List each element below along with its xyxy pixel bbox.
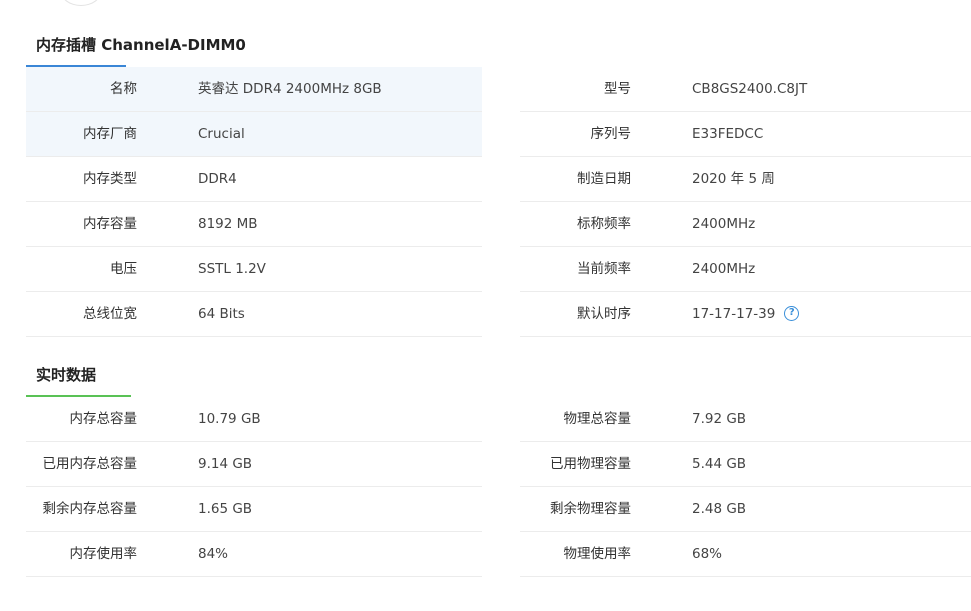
row-value: 2400MHz (692, 261, 756, 277)
row-label: 名称 (110, 81, 137, 97)
slot-row-name: 名称 英睿达 DDR4 2400MHz 8GB (26, 67, 482, 112)
realtime-row-memory-usage: 内存使用率 84% (26, 532, 482, 577)
row-value: 17-17-17-39? (692, 292, 800, 336)
slot-row-model: 型号 CB8GS2400.C8JT (520, 67, 971, 112)
slot-row-current-frequency: 当前频率 2400MHz (520, 247, 971, 292)
row-label: 内存总容量 (69, 411, 138, 427)
help-icon[interactable]: ? (784, 305, 800, 321)
realtime-row-used-memory: 已用内存总容量 9.14 GB (26, 442, 482, 487)
row-value: 2.48 GB (692, 501, 747, 517)
slot-row-vendor: 内存厂商 Crucial (26, 112, 482, 157)
row-value: 68% (692, 546, 723, 562)
slot-row-rated-frequency: 标称频率 2400MHz (520, 202, 971, 247)
row-value: SSTL 1.2V (198, 261, 266, 277)
slot-row-capacity: 内存容量 8192 MB (26, 202, 482, 247)
row-label: 电压 (110, 261, 137, 277)
realtime-row-physical-free: 剩余物理容量 2.48 GB (520, 487, 971, 532)
slot-row-serial: 序列号 E33FEDCC (520, 112, 971, 157)
slot-section-title: 内存插槽 ChannelA-DIMM0 (36, 36, 246, 54)
row-label: 剩余物理容量 (550, 501, 631, 517)
row-label: 物理使用率 (563, 546, 632, 562)
row-value: 5.44 GB (692, 456, 747, 472)
row-label: 型号 (604, 81, 631, 97)
row-label: 物理总容量 (563, 411, 632, 427)
row-label: 内存类型 (83, 171, 137, 187)
row-value: 英睿达 DDR4 2400MHz 8GB (198, 81, 382, 97)
row-value: 84% (198, 546, 229, 562)
row-value: E33FEDCC (692, 126, 764, 142)
slot-row-type: 内存类型 DDR4 (26, 157, 482, 202)
row-value: 64 Bits (198, 306, 245, 322)
realtime-row-total-memory: 内存总容量 10.79 GB (26, 397, 482, 442)
realtime-row-physical-used: 已用物理容量 5.44 GB (520, 442, 971, 487)
row-value: 9.14 GB (198, 456, 253, 472)
slot-row-default-timing: 默认时序 17-17-17-39? (520, 292, 971, 337)
row-value: 2020 年 5 周 (692, 171, 775, 187)
row-label: 已用内存总容量 (42, 456, 138, 472)
row-value: 8192 MB (198, 216, 258, 232)
row-label: 当前频率 (577, 261, 631, 277)
slot-row-voltage: 电压 SSTL 1.2V (26, 247, 482, 292)
row-label: 总线位宽 (83, 306, 137, 322)
row-value: 2400MHz (692, 216, 756, 232)
row-value: Crucial (198, 126, 245, 142)
row-label: 序列号 (590, 126, 632, 142)
row-label: 制造日期 (577, 171, 631, 187)
header-avatar-partial (60, 0, 102, 6)
realtime-row-physical-total: 物理总容量 7.92 GB (520, 397, 971, 442)
row-value: 7.92 GB (692, 411, 747, 427)
row-value: 10.79 GB (198, 411, 261, 427)
row-value: DDR4 (198, 171, 237, 187)
row-label: 内存使用率 (69, 546, 138, 562)
row-label: 内存厂商 (83, 126, 137, 142)
slot-row-manufacture-date: 制造日期 2020 年 5 周 (520, 157, 971, 202)
row-label: 剩余内存总容量 (42, 501, 138, 517)
row-value: CB8GS2400.C8JT (692, 81, 808, 97)
row-label: 默认时序 (577, 306, 631, 322)
slot-row-bus-width: 总线位宽 64 Bits (26, 292, 482, 337)
timing-value: 17-17-17-39 (692, 306, 776, 322)
realtime-section-title: 实时数据 (36, 366, 97, 384)
realtime-row-physical-usage: 物理使用率 68% (520, 532, 971, 577)
row-label: 标称频率 (577, 216, 631, 232)
row-label: 已用物理容量 (550, 456, 631, 472)
row-label: 内存容量 (83, 216, 137, 232)
realtime-row-free-memory: 剩余内存总容量 1.65 GB (26, 487, 482, 532)
row-value: 1.65 GB (198, 501, 253, 517)
